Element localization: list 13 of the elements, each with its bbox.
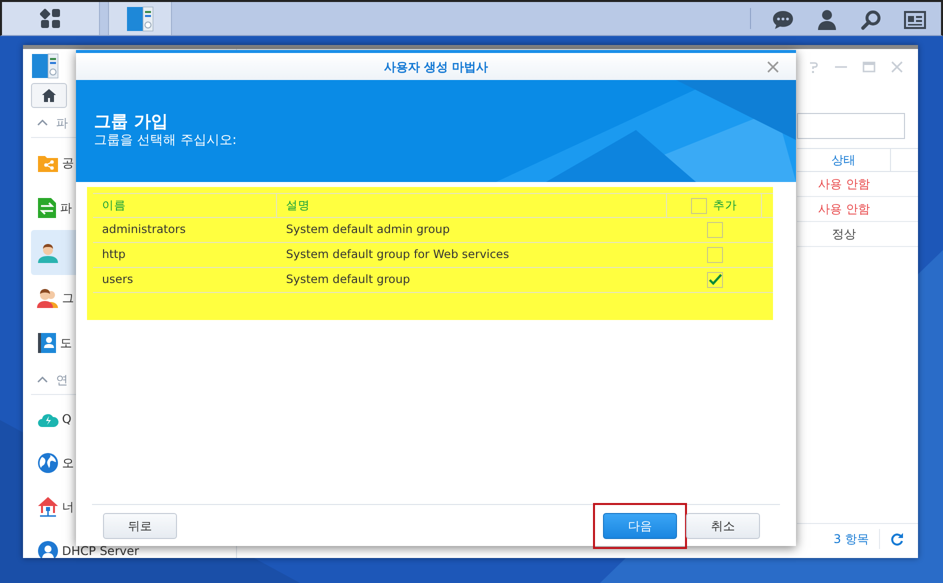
step-heading: 그룹 가입	[94, 112, 169, 132]
status-cell-text: 정상	[831, 226, 857, 243]
dialog-title: 사용자 생성 마법사	[384, 58, 488, 76]
status-cell-text: 사용 안함	[817, 176, 871, 193]
item-count: 3 항목	[834, 530, 869, 548]
table-cell: administrators	[93, 218, 277, 243]
step-instruction: 그룹을 선택해 주십시오:	[94, 132, 238, 150]
table-cell: users	[93, 268, 277, 293]
table-cell: System default group	[277, 268, 667, 293]
table-cell: System default group for Web services	[277, 243, 667, 268]
table-cell: System default admin group	[277, 218, 667, 243]
table-cell: http	[93, 243, 277, 268]
status-cell-text: 사용 안함	[817, 201, 871, 218]
